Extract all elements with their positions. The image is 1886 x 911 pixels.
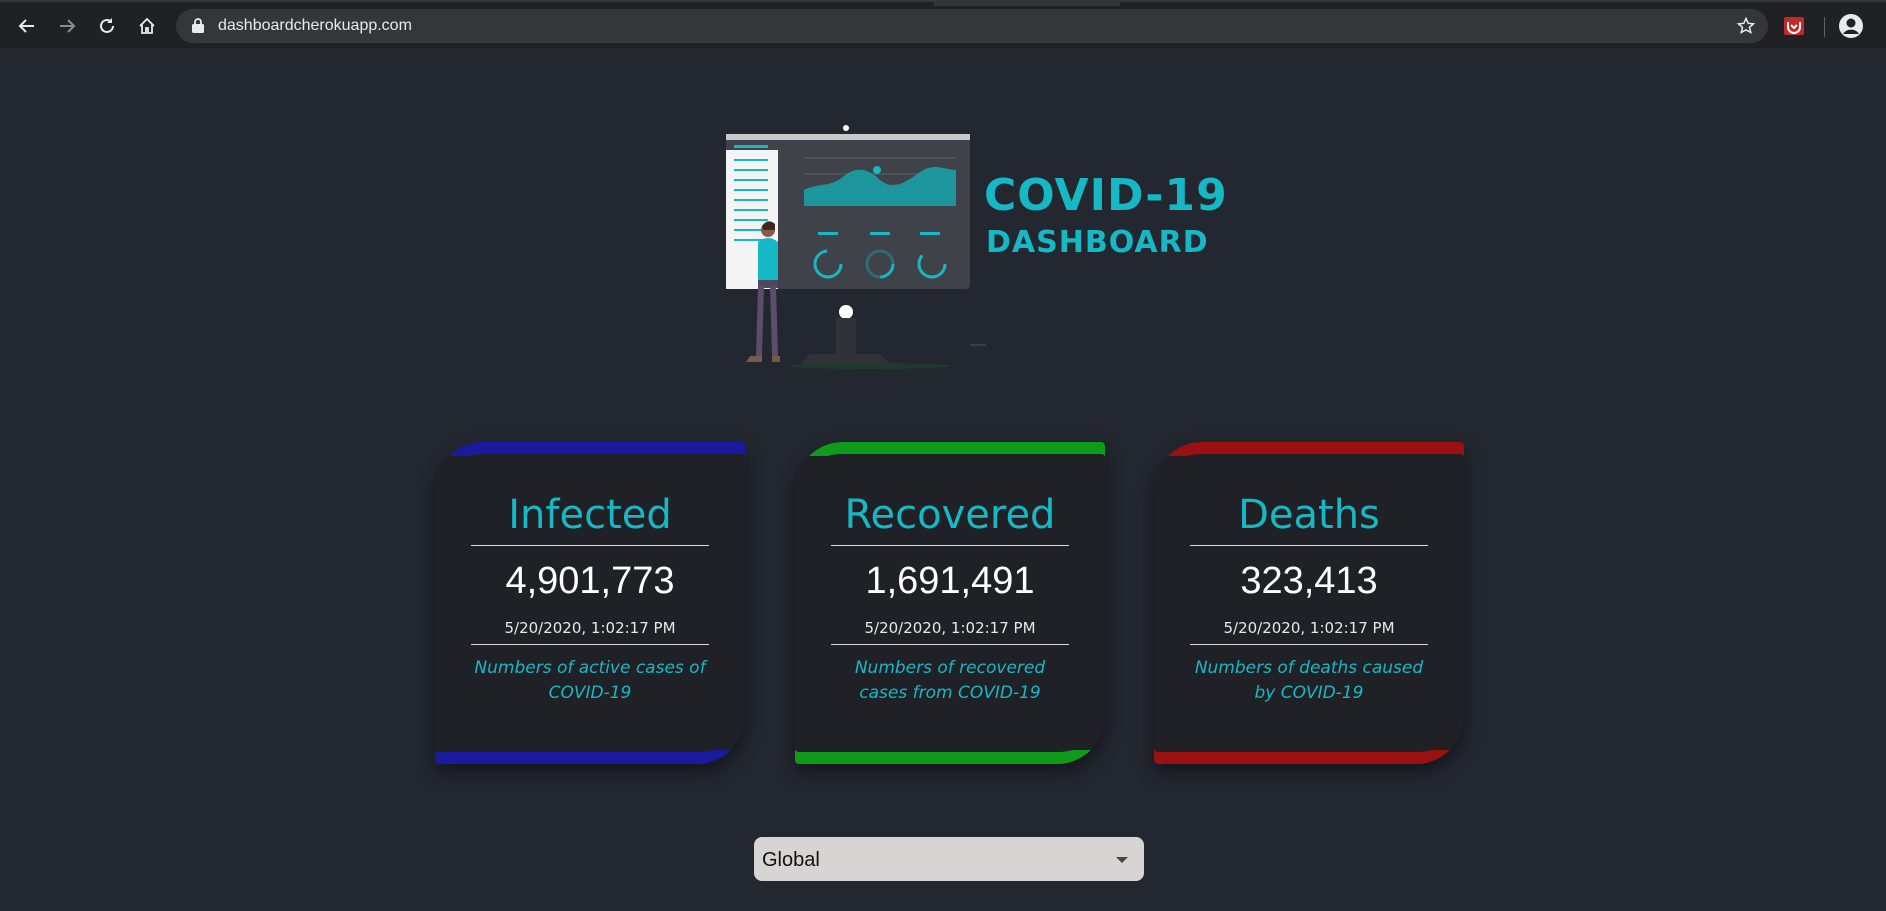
card-description: Numbers of recovered cases from COVID-19 [854, 658, 1046, 703]
forward-arrow-icon[interactable] [53, 12, 81, 40]
card-timestamp: 5/20/2020, 1:02:17 PM [864, 619, 1036, 637]
lock-icon [192, 18, 204, 38]
address-bar[interactable]: dashboardcherokuapp.com [176, 9, 1768, 43]
country-select-value[interactable]: Global [762, 849, 820, 872]
card-title: Infected [508, 492, 672, 538]
card-title: Recovered [844, 492, 1056, 538]
card-divider [471, 545, 709, 546]
card-accent-bottom [435, 750, 745, 764]
app-title: COVID-19 [984, 170, 1228, 221]
star-icon[interactable] [1736, 16, 1756, 41]
card-timestamp: 5/20/2020, 1:02:17 PM [1223, 619, 1395, 637]
chevron-down-icon[interactable] [1116, 857, 1128, 863]
card-divider [1190, 545, 1428, 546]
extension-icon[interactable] [1783, 16, 1805, 41]
deaths-card: Deaths 323,413 5/20/2020, 1:02:17 PM Num… [1154, 442, 1464, 764]
card-description: Numbers of deaths caused by COVID-19 [1194, 658, 1424, 703]
reload-icon[interactable] [93, 12, 121, 40]
dashboard-illustration [720, 118, 990, 385]
url-text[interactable]: dashboardcherokuapp.com [218, 17, 412, 35]
card-divider [471, 644, 709, 645]
card-accent-bottom [1154, 750, 1464, 764]
toolbar-divider [1824, 17, 1825, 37]
app-subtitle: DASHBOARD [986, 225, 1209, 260]
browser-toolbar: dashboardcherokuapp.com [0, 0, 1886, 48]
home-icon[interactable] [133, 12, 161, 40]
card-timestamp: 5/20/2020, 1:02:17 PM [504, 619, 676, 637]
infected-card: Infected 4,901,773 5/20/2020, 1:02:17 PM… [435, 442, 745, 764]
profile-icon[interactable] [1838, 13, 1864, 44]
active-tab-indicator [934, 0, 1120, 6]
card-count: 323,413 [1240, 560, 1378, 602]
country-select[interactable]: Global [754, 837, 1144, 881]
card-divider [1190, 644, 1428, 645]
card-count: 1,691,491 [865, 560, 1035, 602]
card-accent-bottom [795, 750, 1105, 764]
recovered-card: Recovered 1,691,491 5/20/2020, 1:02:17 P… [795, 442, 1105, 764]
card-count: 4,901,773 [505, 560, 675, 602]
card-description: Numbers of active cases of COVID-19 [474, 658, 706, 703]
back-arrow-icon[interactable] [13, 12, 41, 40]
card-title: Deaths [1238, 492, 1380, 538]
card-divider [831, 545, 1069, 546]
card-divider [831, 644, 1069, 645]
